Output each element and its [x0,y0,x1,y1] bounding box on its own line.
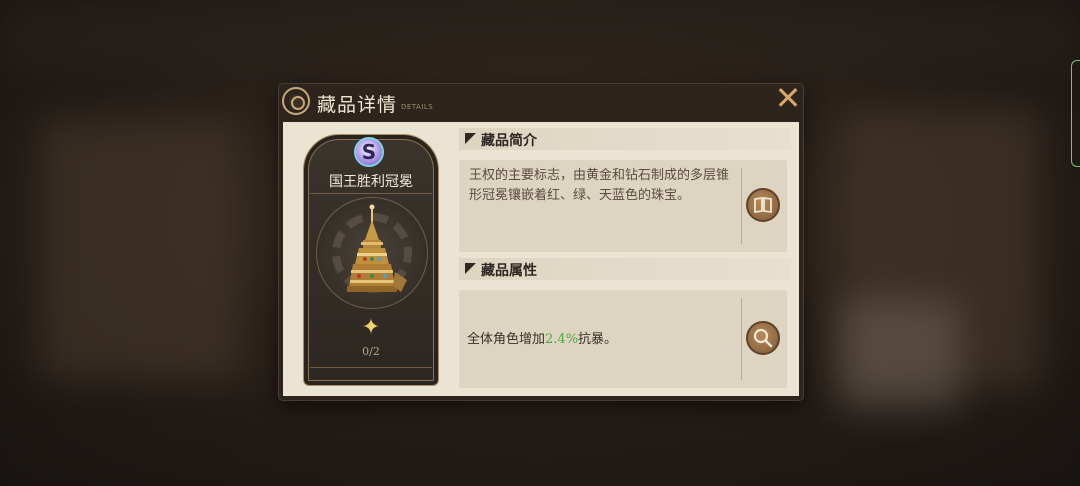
background-bottom [0,410,1080,486]
collection-detail-dialog: 藏品详情 DETAILS ✕ S 国王胜利冠冕 ✦ 0/2 藏品简介 王权的主要… [279,82,805,400]
intro-divider [741,168,742,244]
book-icon [754,196,772,214]
intro-section-header: 藏品简介 [459,128,791,150]
magnifier-button[interactable] [746,321,780,355]
magnifier-icon [753,328,773,348]
intro-heading: 藏品简介 [481,133,537,149]
attributes-section-header: 藏品属性 [459,258,791,280]
item-card: S 国王胜利冠冕 ✦ 0/2 [303,134,439,386]
attribute-suffix: 抗暴。 [578,332,618,347]
dialog-header: 藏品详情 DETAILS ✕ [279,82,805,120]
dialog-subtitle: DETAILS [401,103,434,111]
item-name: 国王胜利冠冕 [329,174,413,190]
card-divider-top [310,193,432,194]
attributes-heading: 藏品属性 [481,263,537,279]
crown-icon [347,204,407,292]
intro-text: 王权的主要标志，由黄金和钻石制成的多层锥形冠冕镶嵌着红、绿、天蓝色的珠宝。 [469,168,730,203]
triangle-icon [465,263,476,274]
item-portrait [316,197,428,309]
star-progress: 0/2 [362,345,380,358]
emblem-icon [282,87,310,115]
triangle-icon [465,133,476,144]
attribute-value: 2.4% [545,332,579,347]
attributes-box: 全体角色增加2.4%抗暴。 [459,290,787,388]
background-top [0,0,1080,70]
book-button[interactable] [746,188,780,222]
dialog-title: 藏品详情 [317,94,398,116]
card-divider-bottom [310,367,432,368]
star-icon: ✦ [361,315,381,340]
close-icon[interactable]: ✕ [771,82,805,114]
attributes-divider [741,298,742,380]
attribute-text: 全体角色增加2.4%抗暴。 [467,328,617,347]
side-edge-tab[interactable] [1071,60,1080,167]
dialog-body: S 国王胜利冠冕 ✦ 0/2 藏品简介 王权的主要标志，由黄金和钻石制成的多层锥… [283,122,799,396]
rank-badge: S [354,137,384,167]
intro-box: 王权的主要标志，由黄金和钻石制成的多层锥形冠冕镶嵌着红、绿、天蓝色的珠宝。 [459,160,787,252]
background-figure [840,300,960,410]
attribute-prefix: 全体角色增加 [467,332,546,347]
background-left [40,120,240,380]
